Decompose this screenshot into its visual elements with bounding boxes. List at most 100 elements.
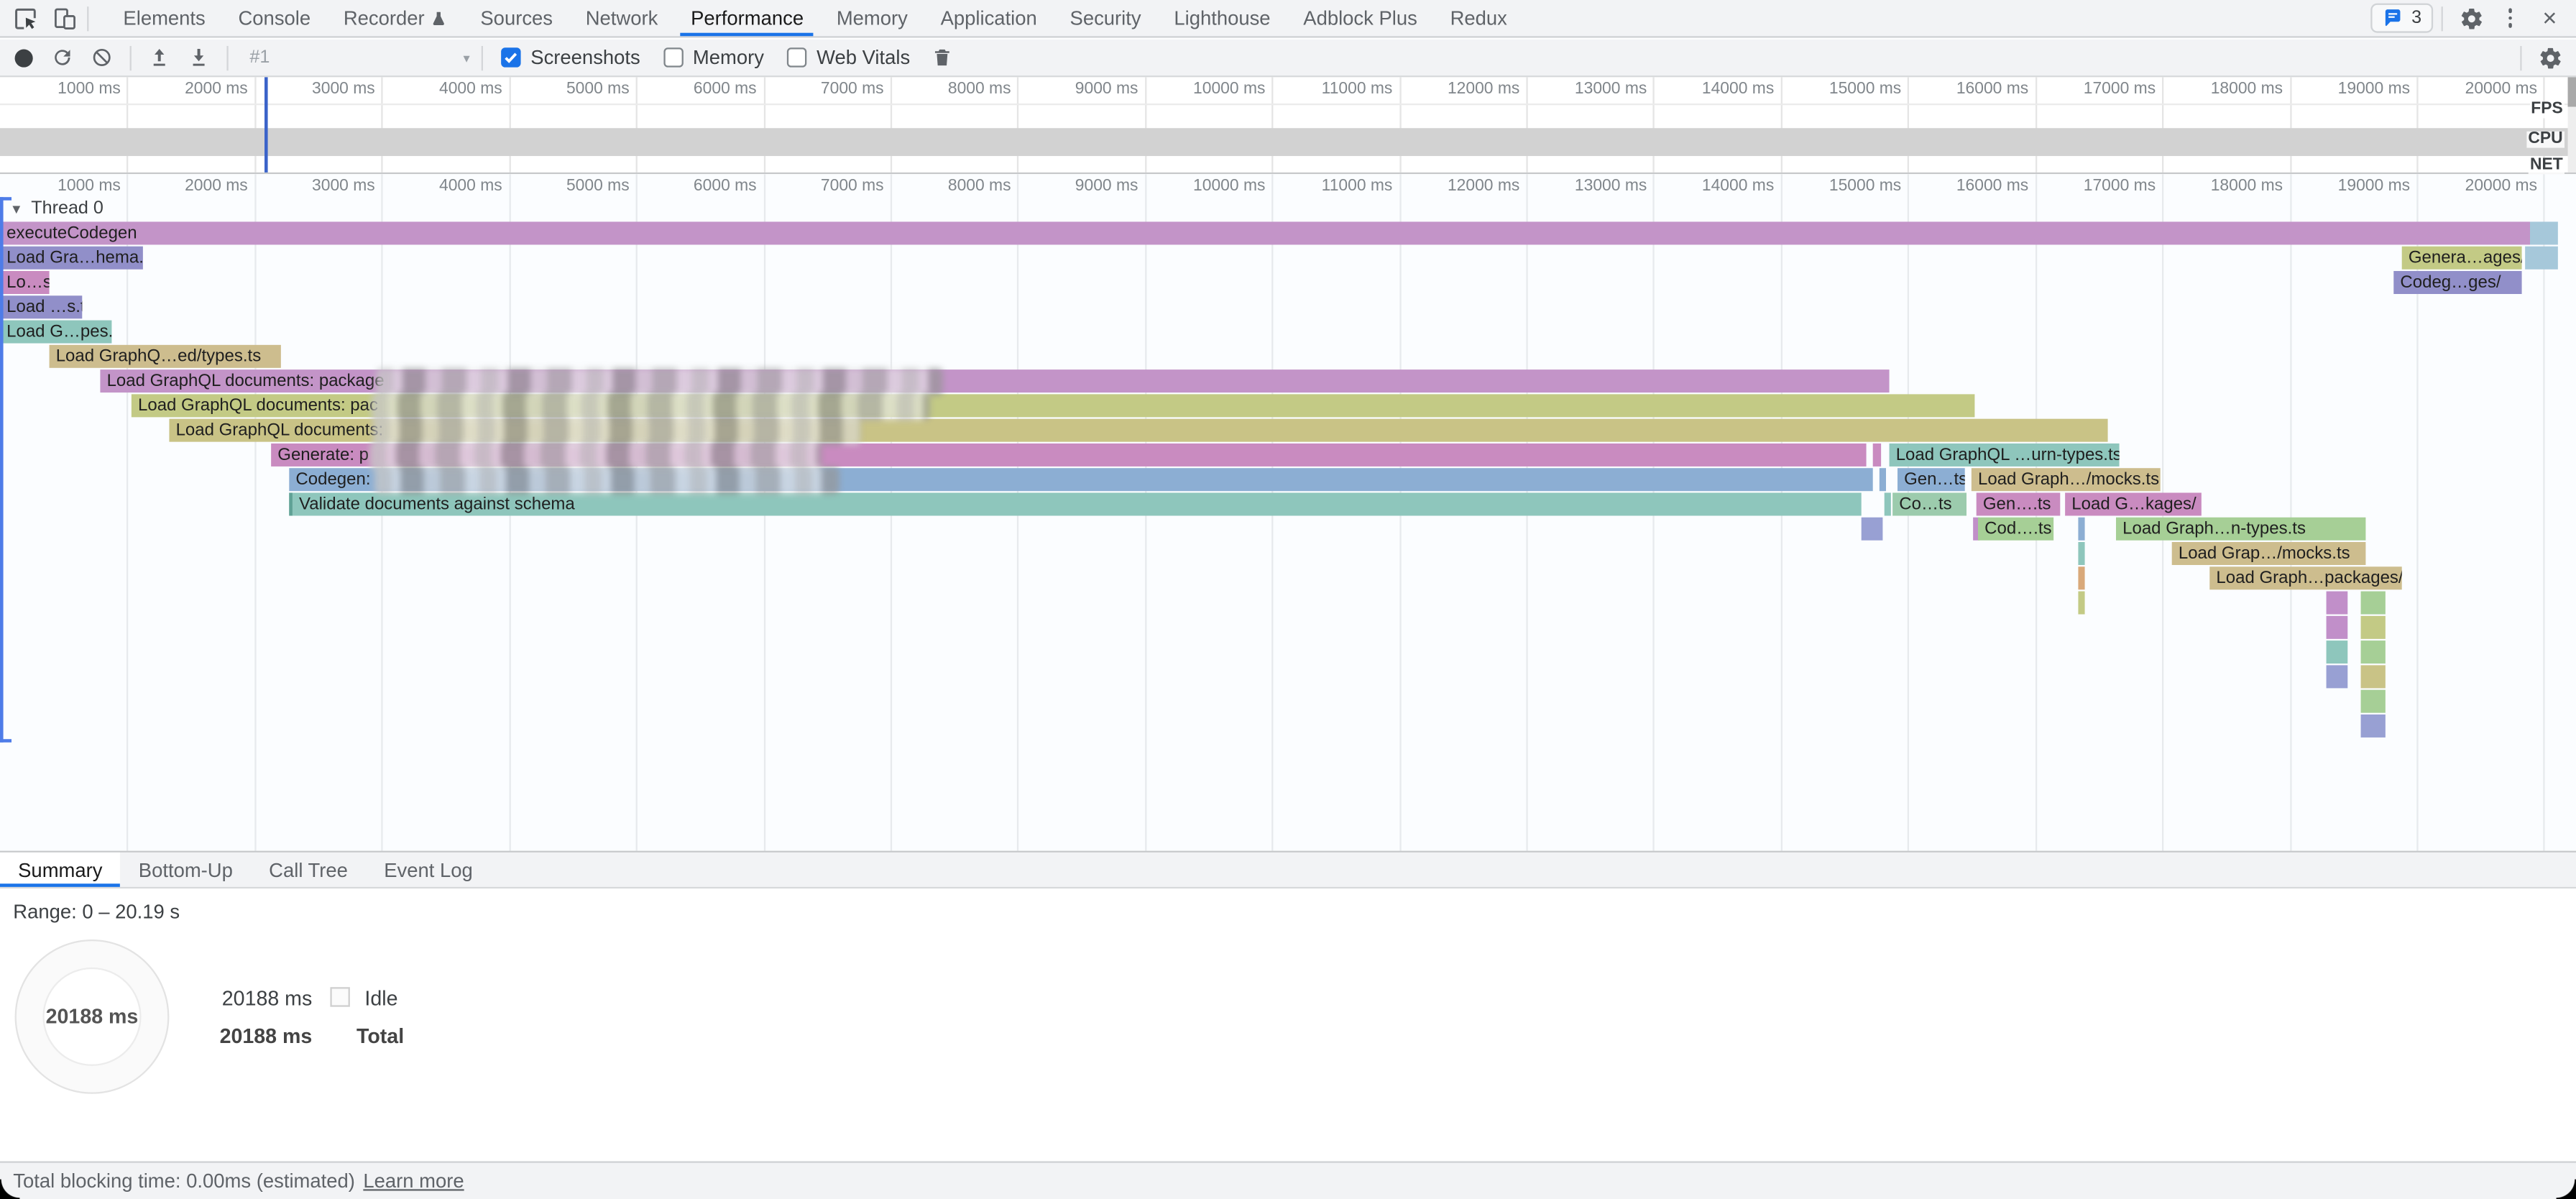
- flame-bar-sliver[interactable]: [2078, 592, 2084, 615]
- thread-track-header[interactable]: ▼ Thread 0: [10, 197, 104, 220]
- flame-chart[interactable]: 1000 ms2000 ms3000 ms4000 ms5000 ms6000 …: [0, 174, 2576, 853]
- tab-label: Adblock Plus: [1303, 6, 1417, 29]
- close-devtools-icon[interactable]: ×: [2535, 4, 2564, 33]
- flame-bar[interactable]: Load GraphQL …urn-types.ts: [1890, 444, 2120, 467]
- flame-bar[interactable]: Load GraphQL documents: package: [100, 369, 1889, 392]
- flame-bar[interactable]: Load Grap…/mocks.ts: [2172, 542, 2366, 565]
- flame-bar[interactable]: Load …s.ts: [0, 295, 82, 318]
- history-dropdown[interactable]: #1 ▾: [243, 42, 473, 72]
- flame-bar[interactable]: Load G…pes.ts: [0, 321, 111, 344]
- issues-button[interactable]: 3: [2370, 4, 2433, 33]
- save-profile-icon[interactable]: [183, 41, 216, 74]
- flame-bar-sliver[interactable]: [2327, 592, 2348, 615]
- flame-bar[interactable]: Genera…ages/: [2402, 247, 2522, 270]
- flame-bar[interactable]: Co…ts: [1892, 492, 1966, 515]
- flame-bar-sliver[interactable]: [2078, 542, 2084, 565]
- flame-bar-sliver[interactable]: [2327, 616, 2348, 639]
- flame-bar[interactable]: Load Graph…packages/: [2209, 566, 2401, 589]
- tab-application[interactable]: Application: [924, 0, 1054, 36]
- flame-bar-sliver[interactable]: [2361, 715, 2386, 738]
- flame-bar[interactable]: Lo…s: [0, 271, 50, 294]
- flame-bar-sliver[interactable]: [1862, 518, 1883, 541]
- flame-bar[interactable]: Load Graph…/mocks.ts: [1972, 468, 2161, 491]
- tab-label: Elements: [123, 6, 205, 29]
- screen-corner: [2557, 1180, 2576, 1199]
- drawer-tab-summary[interactable]: Summary: [0, 853, 121, 887]
- flame-bar[interactable]: Gen….ts: [1977, 492, 2061, 515]
- garbage-collect-icon[interactable]: [926, 41, 960, 74]
- flame-bar-sliver[interactable]: [2361, 616, 2386, 639]
- learn-more-link[interactable]: Learn more: [363, 1170, 464, 1193]
- tab-sources[interactable]: Sources: [464, 0, 569, 36]
- settings-gear-icon[interactable]: [2456, 4, 2485, 33]
- checkbox-box[interactable]: [663, 47, 683, 67]
- record-button[interactable]: [6, 41, 40, 74]
- ruler-tick-label: 5000 ms: [498, 178, 630, 196]
- flame-bar-sliver[interactable]: [2327, 665, 2348, 688]
- checkbox-box[interactable]: [787, 47, 806, 67]
- checkbox-web-vitals[interactable]: Web Vitals: [787, 46, 910, 69]
- inspect-element-icon[interactable]: [12, 4, 40, 32]
- flame-bar-sliver[interactable]: [2327, 640, 2348, 663]
- load-profile-icon[interactable]: [143, 41, 176, 74]
- screen-corner: [0, 1180, 19, 1199]
- flame-bar[interactable]: Load GraphQ…ed/types.ts: [50, 345, 281, 368]
- flame-bar-sliver[interactable]: [1873, 444, 1881, 467]
- tab-network[interactable]: Network: [569, 0, 674, 36]
- flame-bar-sliver[interactable]: [1885, 492, 1891, 515]
- tab-recorder[interactable]: Recorder: [327, 0, 464, 36]
- flame-bar-sliver[interactable]: [2361, 592, 2386, 615]
- redacted-text-blur: [374, 466, 840, 494]
- flame-bar[interactable]: Cod….ts: [1978, 518, 2053, 541]
- tab-memory[interactable]: Memory: [820, 0, 924, 36]
- flame-bar-sliver[interactable]: [2525, 247, 2558, 270]
- checkbox-memory[interactable]: Memory: [663, 46, 764, 69]
- device-toolbar-icon[interactable]: [51, 4, 79, 32]
- flame-bar-sliver[interactable]: [2078, 566, 2084, 589]
- capture-settings-gear-icon[interactable]: [2535, 42, 2564, 72]
- ruler-tick-label: 19000 ms: [2278, 81, 2410, 98]
- flame-bar[interactable]: Gen…ts: [1898, 468, 1965, 491]
- tab-security[interactable]: Security: [1054, 0, 1158, 36]
- ruler-tick-label: 20000 ms: [2406, 178, 2537, 196]
- ruler-tick-label: 14000 ms: [1642, 178, 1774, 196]
- ruler-tick-label: 17000 ms: [2024, 81, 2156, 98]
- ruler-tick-label: 12000 ms: [1388, 81, 1519, 98]
- drawer-tab-bottom-up[interactable]: Bottom-Up: [121, 853, 251, 887]
- ruler-tick-label: 7000 ms: [753, 81, 884, 98]
- tab-elements[interactable]: Elements: [107, 0, 222, 36]
- drawer-tab-event-log[interactable]: Event Log: [366, 853, 491, 887]
- checkbox-box[interactable]: [501, 47, 520, 67]
- flame-bar[interactable]: Codeg…ges/: [2393, 271, 2521, 294]
- tab-adblock-plus[interactable]: Adblock Plus: [1287, 0, 1433, 36]
- legend-label: Total: [356, 1025, 404, 1048]
- flame-bar[interactable]: Load Graph…n-types.ts: [2116, 518, 2365, 541]
- more-options-icon[interactable]: [2496, 4, 2525, 33]
- flame-bar[interactable]: executeCodegen: [0, 221, 2530, 244]
- clear-recording-icon[interactable]: [86, 41, 119, 74]
- reload-and-record-button[interactable]: [46, 41, 79, 74]
- flame-bar[interactable]: Load G…kages/: [2065, 492, 2202, 515]
- range-text: Range: 0 – 20.19 s: [13, 900, 180, 923]
- flame-bar-sliver[interactable]: [2361, 665, 2386, 688]
- flame-bar-sliver[interactable]: [2078, 518, 2084, 541]
- scrollbar-thumb[interactable]: [2568, 77, 2576, 106]
- flame-bar[interactable]: Load Gra…hema.ts: [0, 247, 143, 270]
- chat-icon: [2382, 8, 2404, 27]
- tab-label: Application: [941, 6, 1037, 29]
- flame-bar-sliver[interactable]: [2361, 640, 2386, 663]
- tab-console[interactable]: Console: [222, 0, 327, 36]
- flame-bar-sliver[interactable]: [2361, 690, 2386, 713]
- flame-bar[interactable]: Validate documents against schema: [289, 492, 1861, 515]
- tab-lighthouse[interactable]: Lighthouse: [1157, 0, 1287, 36]
- checkbox-screenshots[interactable]: Screenshots: [501, 46, 640, 69]
- drawer-tab-call-tree[interactable]: Call Tree: [251, 853, 366, 887]
- tab-label: Redux: [1450, 6, 1507, 29]
- timeline-overview[interactable]: 1000 ms2000 ms3000 ms4000 ms5000 ms6000 …: [0, 77, 2576, 174]
- tab-redux[interactable]: Redux: [1434, 0, 1524, 36]
- flame-bar-sliver[interactable]: [1880, 468, 1886, 491]
- tab-performance[interactable]: Performance: [674, 0, 820, 36]
- ruler-tick-label: 16000 ms: [1897, 178, 2028, 196]
- flame-bar-sliver[interactable]: [2530, 221, 2558, 244]
- overview-scrollbar[interactable]: [2568, 77, 2576, 173]
